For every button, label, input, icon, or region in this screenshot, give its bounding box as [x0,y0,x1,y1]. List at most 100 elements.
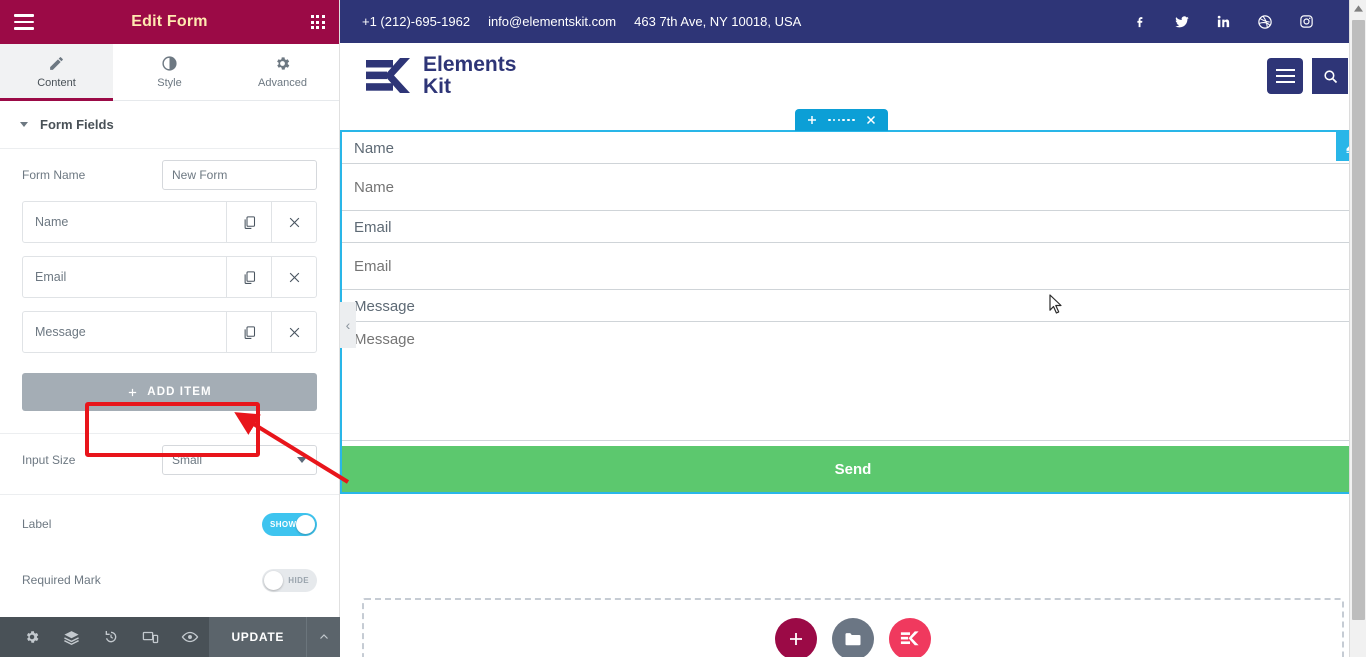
pencil-icon [50,57,63,70]
email-input[interactable] [342,242,1364,290]
input-size-select[interactable]: Small [162,445,317,475]
add-item-button[interactable]: ADD ITEM [22,373,317,411]
label-toggle-row: Label SHOW [0,503,339,545]
dribbble-icon[interactable] [1257,14,1273,30]
form-field-email: Email [342,211,1364,290]
repeater-item-title[interactable]: Email [23,257,226,297]
linkedin-icon[interactable] [1216,14,1231,29]
folder-icon [845,633,861,646]
copy-icon[interactable] [226,202,271,242]
navbar-actions [1267,58,1348,94]
name-input[interactable] [342,163,1364,211]
scroll-up-button[interactable] [1350,0,1366,17]
elementskit-logo-icon [366,57,412,95]
history-icon[interactable] [91,617,130,657]
form-name-input[interactable] [162,160,317,190]
copy-icon[interactable] [226,257,271,297]
toggle-knob [264,570,283,590]
site-logo-text: Elements Kit [423,52,517,98]
close-icon[interactable] [271,202,316,242]
eye-preview-icon[interactable] [170,617,209,657]
add-item-wrapper: ADD ITEM [0,366,339,411]
tab-style[interactable]: Style [113,44,226,100]
layers-icon[interactable] [51,617,90,657]
widget-edit-toolbar [795,109,888,131]
panel-tabs: Content Style Advanced [0,44,339,101]
close-icon[interactable] [865,114,877,126]
field-label: Email [354,219,392,236]
grid-apps-icon[interactable] [310,14,325,30]
field-label: Message [354,298,415,315]
menu-toggle-button[interactable] [1267,58,1303,94]
site-topbar: +1 (212)-695-1962 info@elementskit.com 4… [340,0,1366,43]
search-button[interactable] [1312,58,1348,94]
panel-footer: UPDATE [0,617,340,657]
form-field-name: Name [342,132,1364,211]
site-logo[interactable]: Elements Kit [366,52,517,98]
tab-content-label: Content [37,77,76,89]
chevron-down-icon [20,122,28,127]
add-widget-icon[interactable] [806,114,818,126]
chevron-down-icon [297,457,307,463]
repeater-item-title[interactable]: Name [23,202,226,242]
gear-icon [277,57,290,70]
message-textarea[interactable] [342,321,1364,441]
tab-advanced-label: Advanced [258,77,307,89]
elementor-panel: Edit Form Content Style Advanced Form Fi… [0,0,340,657]
logo-line-1: Elements [423,52,517,76]
tab-advanced[interactable]: Advanced [226,44,339,100]
copy-icon[interactable] [226,312,271,352]
contact-form-widget[interactable]: Name Email Message Send [340,130,1366,494]
close-icon[interactable] [271,257,316,297]
topbar-email[interactable]: info@elementskit.com [488,14,616,29]
repeater-item-email[interactable]: Email [22,256,317,298]
panel-collapse-handle[interactable]: ‹ [340,302,356,348]
form-field-message: Message [342,290,1364,446]
repeater-item-title[interactable]: Message [23,312,226,352]
search-icon [1323,69,1337,83]
topbar-phone[interactable]: +1 (212)-695-1962 [362,14,470,29]
form-fields-repeater: Name Email Message [0,201,339,353]
twitter-icon[interactable] [1174,14,1190,30]
required-mark-state: HIDE [288,575,309,585]
field-label: Name [354,140,395,157]
label-toggle-label: Label [22,517,52,531]
facebook-icon[interactable] [1133,14,1148,29]
responsive-icon[interactable] [130,617,169,657]
elementskit-library-button[interactable] [889,618,931,657]
toggle-knob [296,514,315,534]
panel-header: Edit Form [0,0,339,44]
input-size-row: Input Size Small [0,434,339,486]
panel-title: Edit Form [131,13,208,30]
form-widget-wrapper: Name Email Message Send [340,109,1366,494]
section-form-fields[interactable]: Form Fields [0,101,339,149]
hamburger-icon [1275,69,1295,83]
repeater-item-name[interactable]: Name [22,201,317,243]
required-mark-toggle-row: Required Mark HIDE [0,559,339,601]
topbar-address: 463 7th Ave, NY 10018, USA [634,14,802,29]
gear-icon[interactable] [12,617,51,657]
add-new-section-button[interactable] [775,618,817,657]
input-size-value: Small [172,453,203,467]
label-toggle[interactable]: SHOW [262,512,317,536]
divider [0,494,339,495]
instagram-icon[interactable] [1299,14,1314,29]
hamburger-icon[interactable] [14,14,34,30]
label-toggle-state: SHOW [270,519,297,529]
close-icon[interactable] [271,312,316,352]
form-name-row: Form Name [0,149,339,201]
tab-content[interactable]: Content [0,44,113,101]
site-navbar: Elements Kit [340,43,1366,109]
tab-style-label: Style [157,77,182,89]
repeater-item-message[interactable]: Message [22,311,317,353]
required-mark-toggle[interactable]: HIDE [262,568,317,592]
drag-dots-icon[interactable] [828,118,855,122]
page-scrollbar[interactable] [1349,0,1366,657]
send-button[interactable]: Send [342,446,1364,492]
update-button[interactable]: UPDATE [209,617,307,657]
template-library-button[interactable] [832,618,874,657]
scrollbar-thumb[interactable] [1352,20,1365,620]
social-links [1133,14,1336,30]
update-options-button[interactable] [306,617,340,657]
plus-icon [129,388,137,396]
